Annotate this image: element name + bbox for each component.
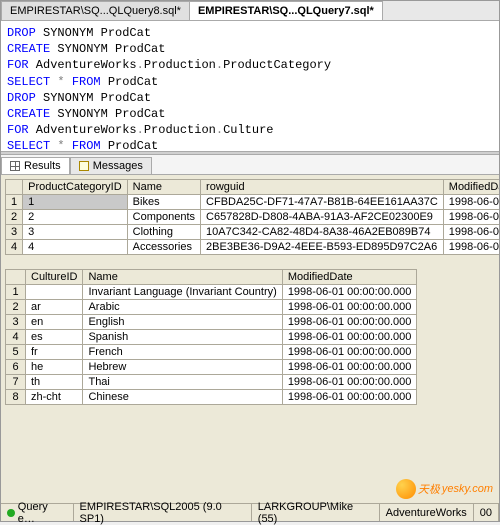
result-grid-1: ProductCategoryIDNamerowguidModifiedDate… <box>5 179 495 255</box>
row-number[interactable]: 4 <box>6 240 23 255</box>
table-row[interactable]: 2arArabic1998-06-01 00:00:00.000 <box>6 300 417 315</box>
messages-tab-label: Messages <box>93 160 143 172</box>
cell[interactable]: English <box>83 315 282 330</box>
row-number[interactable]: 2 <box>6 210 23 225</box>
messages-icon <box>79 161 89 171</box>
tab-query8[interactable]: EMPIRESTAR\SQ...QLQuery8.sql* <box>1 1 190 20</box>
cell[interactable]: 3 <box>23 225 128 240</box>
table-row[interactable]: 5frFrench1998-06-01 00:00:00.000 <box>6 345 417 360</box>
cell[interactable]: 1998-06-01 00:00:00.000 <box>443 240 499 255</box>
result-table-1[interactable]: ProductCategoryIDNamerowguidModifiedDate… <box>5 179 499 255</box>
col-header[interactable]: CultureID <box>26 270 83 285</box>
cell[interactable]: CFBDA25C-DF71-47A7-B81B-64EE161AA37C <box>201 195 444 210</box>
col-header[interactable]: Name <box>83 270 282 285</box>
table-row[interactable]: 1 Invariant Language (Invariant Country)1… <box>6 285 417 300</box>
col-header[interactable]: Name <box>127 180 200 195</box>
cell[interactable] <box>26 285 83 300</box>
col-header[interactable]: ProductCategoryID <box>23 180 128 195</box>
cell[interactable]: Thai <box>83 375 282 390</box>
cell[interactable]: 1998-06-01 00:00:00.000 <box>443 210 499 225</box>
col-header[interactable] <box>6 180 23 195</box>
cell[interactable]: 1 <box>23 195 128 210</box>
cell[interactable]: Invariant Language (Invariant Country) <box>83 285 282 300</box>
row-number[interactable]: 4 <box>6 330 26 345</box>
cell[interactable]: Components <box>127 210 200 225</box>
status-server: EMPIRESTAR\SQL2005 (9.0 SP1) <box>74 504 252 521</box>
cell[interactable]: en <box>26 315 83 330</box>
tab-query7[interactable]: EMPIRESTAR\SQ...QLQuery7.sql* <box>189 1 383 20</box>
messages-tab[interactable]: Messages <box>70 157 152 174</box>
col-header[interactable]: rowguid <box>201 180 444 195</box>
results-tab-label: Results <box>24 160 61 172</box>
cell[interactable]: ar <box>26 300 83 315</box>
status-ok-icon <box>7 509 15 517</box>
cell[interactable]: Bikes <box>127 195 200 210</box>
cell[interactable]: French <box>83 345 282 360</box>
cell[interactable]: 1998-06-01 00:00:00.000 <box>282 360 417 375</box>
cell[interactable]: th <box>26 375 83 390</box>
row-number[interactable]: 5 <box>6 345 26 360</box>
cell[interactable]: 1998-06-01 00:00:00.000 <box>443 195 499 210</box>
table-row[interactable]: 44Accessories2BE3BE36-D9A2-4EEE-B593-ED8… <box>6 240 500 255</box>
table-row[interactable]: 7thThai1998-06-01 00:00:00.000 <box>6 375 417 390</box>
cell[interactable]: 1998-06-01 00:00:00.000 <box>282 315 417 330</box>
row-number[interactable]: 6 <box>6 360 26 375</box>
cell[interactable]: 1998-06-01 00:00:00.000 <box>282 375 417 390</box>
cell[interactable]: 1998-06-01 00:00:00.000 <box>443 225 499 240</box>
status-db: AdventureWorks <box>380 504 474 521</box>
col-header[interactable] <box>6 270 26 285</box>
row-number[interactable]: 3 <box>6 315 26 330</box>
cell[interactable]: 1998-06-01 00:00:00.000 <box>282 390 417 405</box>
table-row[interactable]: 3enEnglish1998-06-01 00:00:00.000 <box>6 315 417 330</box>
row-number[interactable]: 3 <box>6 225 23 240</box>
col-header[interactable]: ModifiedDate <box>282 270 417 285</box>
document-tabs: EMPIRESTAR\SQ...QLQuery8.sql* EMPIRESTAR… <box>1 1 499 21</box>
cell[interactable]: 1998-06-01 00:00:00.000 <box>282 345 417 360</box>
results-pane: ProductCategoryIDNamerowguidModifiedDate… <box>1 175 499 505</box>
grid-icon <box>10 161 20 171</box>
cell[interactable]: Chinese <box>83 390 282 405</box>
table-row[interactable]: 4esSpanish1998-06-01 00:00:00.000 <box>6 330 417 345</box>
table-row[interactable]: 11BikesCFBDA25C-DF71-47A7-B81B-64EE161AA… <box>6 195 500 210</box>
cell[interactable]: 1998-06-01 00:00:00.000 <box>282 285 417 300</box>
result-tabs: Results Messages <box>1 155 499 175</box>
row-number[interactable]: 2 <box>6 300 26 315</box>
result-grid-2: CultureIDNameModifiedDate 1 Invariant Lang… <box>5 269 495 405</box>
cell[interactable]: 2BE3BE36-D9A2-4EEE-B593-ED895D97C2A6 <box>201 240 444 255</box>
cell[interactable]: Spanish <box>83 330 282 345</box>
row-number[interactable]: 1 <box>6 195 23 210</box>
cell[interactable]: es <box>26 330 83 345</box>
status-user: LARKGROUP\Mike (55) <box>252 504 380 521</box>
table-row[interactable]: 33Clothing10A7C342-CA82-48D4-8A38-46A2EB… <box>6 225 500 240</box>
table-row[interactable]: 8zh-chtChinese1998-06-01 00:00:00.000 <box>6 390 417 405</box>
col-header[interactable]: ModifiedDate <box>443 180 499 195</box>
cell[interactable]: Clothing <box>127 225 200 240</box>
cell[interactable]: 2 <box>23 210 128 225</box>
row-number[interactable]: 8 <box>6 390 26 405</box>
cell[interactable]: he <box>26 360 83 375</box>
sql-editor[interactable]: DROP SYNONYM ProdCat CREATE SYNONYM Prod… <box>1 21 499 151</box>
cell[interactable]: 4 <box>23 240 128 255</box>
cell[interactable]: C657828D-D808-4ABA-91A3-AF2CE02300E9 <box>201 210 444 225</box>
cell[interactable]: fr <box>26 345 83 360</box>
cell[interactable]: 1998-06-01 00:00:00.000 <box>282 330 417 345</box>
status-bar: Query e… EMPIRESTAR\SQL2005 (9.0 SP1) LA… <box>1 503 499 521</box>
status-query: Query e… <box>1 504 74 521</box>
cell[interactable]: Accessories <box>127 240 200 255</box>
row-number[interactable]: 7 <box>6 375 26 390</box>
results-tab[interactable]: Results <box>1 157 70 174</box>
cell[interactable]: Hebrew <box>83 360 282 375</box>
result-table-2[interactable]: CultureIDNameModifiedDate 1 Invariant Lang… <box>5 269 417 405</box>
cell[interactable]: Arabic <box>83 300 282 315</box>
status-time: 00 <box>474 504 499 521</box>
table-row[interactable]: 6heHebrew1998-06-01 00:00:00.000 <box>6 360 417 375</box>
table-row[interactable]: 22ComponentsC657828D-D808-4ABA-91A3-AF2C… <box>6 210 500 225</box>
cell[interactable]: 1998-06-01 00:00:00.000 <box>282 300 417 315</box>
cell[interactable]: zh-cht <box>26 390 83 405</box>
row-number[interactable]: 1 <box>6 285 26 300</box>
cell[interactable]: 10A7C342-CA82-48D4-8A38-46A2EB089B74 <box>201 225 444 240</box>
